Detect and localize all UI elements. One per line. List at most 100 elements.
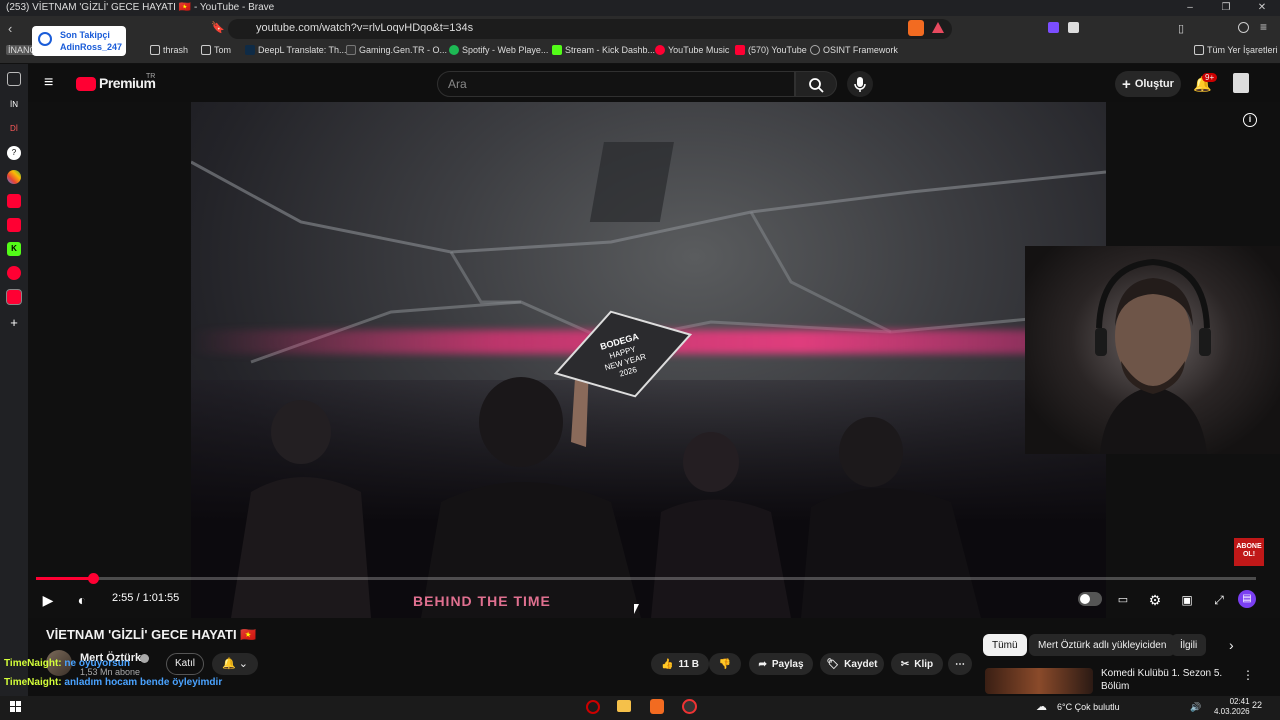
chat-user: TimeNaight:	[4, 677, 62, 688]
like-button[interactable]: 👍 11 B	[651, 653, 709, 675]
chip-uploader[interactable]: Mert Öztürk adlı yükleyiciden	[1029, 634, 1176, 656]
chip-all[interactable]: Tümü	[983, 634, 1027, 656]
chat-text: anladım hocam bende öyleyimdir	[64, 677, 223, 688]
microphone-icon	[854, 77, 866, 92]
spotify-icon	[449, 45, 459, 55]
folder-icon	[1194, 45, 1204, 55]
maximize-button[interactable]: ❐	[1208, 0, 1244, 16]
settings-gear-icon[interactable]: ⚙	[1145, 590, 1165, 610]
thumbs-down-icon: 👎	[718, 658, 732, 670]
opera-icon[interactable]	[586, 700, 600, 714]
fullscreen-icon[interactable]: ⤢	[1209, 590, 1229, 610]
play-button[interactable]: ▶	[38, 590, 58, 610]
obs-icon[interactable]	[682, 699, 697, 714]
brave-icon[interactable]	[650, 699, 664, 714]
create-button[interactable]: + Oluştur	[1115, 71, 1181, 97]
window-title: (253) VİETNAM 'GİZLİ' GECE HAYATI 🇻🇳 - Y…	[6, 2, 275, 13]
join-button[interactable]: Katıl	[166, 653, 204, 675]
hamburger-menu-icon[interactable]: ≡	[44, 74, 53, 92]
autoplay-toggle[interactable]	[1078, 592, 1102, 606]
sidebar-panel-icon[interactable]	[7, 72, 21, 86]
follower-label: Son Takipçi	[60, 30, 110, 40]
related-video-title[interactable]: Komedi Kulübü 1. Sezon 5. Bölüm	[1101, 667, 1231, 693]
youtube-icon[interactable]	[6, 289, 22, 305]
chevron-right-icon[interactable]: ›	[1229, 637, 1234, 653]
info-icon[interactable]: i	[1243, 113, 1257, 127]
chat-extension-icon[interactable]: ▤	[1238, 590, 1256, 608]
webcam-overlay	[1025, 246, 1280, 454]
shirt-text: BEHIND THE TIME	[413, 593, 551, 609]
folder-icon	[150, 45, 160, 55]
youtube-music-icon[interactable]	[7, 266, 21, 280]
bookmark-item[interactable]: (570) YouTube	[735, 45, 807, 55]
bookmark-item[interactable]: Tom	[201, 45, 231, 55]
bookmark-item[interactable]: Gaming.Gen.TR - O...	[346, 45, 447, 55]
menu-icon[interactable]: ≡	[1260, 20, 1267, 34]
kick-icon[interactable]: K	[7, 242, 21, 256]
youtube-music-icon	[655, 45, 665, 55]
more-actions-button[interactable]: ⋯	[948, 653, 972, 675]
theater-mode-icon[interactable]: ▣	[1177, 590, 1197, 610]
voice-search-button[interactable]	[847, 71, 873, 97]
weather-text[interactable]: 6°C Çok bulutlu	[1057, 702, 1120, 712]
vpn-icon[interactable]	[1238, 22, 1249, 33]
clip-button[interactable]: ✂ Klip	[891, 653, 943, 675]
bookmark-item[interactable]: YouTube Music	[655, 45, 729, 55]
windows-start-icon[interactable]	[10, 700, 22, 712]
share-button[interactable]: ➦ Paylaş	[749, 653, 813, 675]
notification-center-icon[interactable]: 22	[1252, 700, 1262, 710]
save-button[interactable]: 🏷 Kaydet	[820, 653, 884, 675]
progress-scrubber[interactable]	[88, 573, 99, 584]
progress-bar[interactable]	[36, 577, 1256, 580]
clock[interactable]: 02:41 4.03.2026	[1214, 697, 1250, 717]
gaming-icon	[346, 45, 356, 55]
subscription-bell-button[interactable]: 🔔 ⌄	[212, 653, 258, 675]
search-input[interactable]: Ara	[437, 71, 795, 97]
volume-tray-icon[interactable]: 🔊	[1190, 702, 1201, 713]
progress-played	[36, 577, 93, 580]
bookmark-item[interactable]: DeepL Translate: Th...	[245, 45, 347, 55]
related-video-thumbnail[interactable]	[985, 668, 1093, 694]
user-icon	[38, 32, 52, 46]
extension-icon[interactable]	[1048, 22, 1059, 33]
youtube-logo-icon[interactable]	[76, 77, 96, 91]
file-explorer-icon[interactable]	[617, 700, 631, 712]
share-icon: ➦	[758, 658, 767, 670]
app-icon[interactable]: ?	[7, 146, 21, 160]
bookmark-item[interactable]: Stream - Kick Dashb...	[552, 45, 655, 55]
sidebar-toggle-icon[interactable]: ▯	[1178, 22, 1184, 35]
photos-icon[interactable]	[7, 170, 21, 184]
volume-icon[interactable]: ◐	[72, 590, 92, 610]
thumbs-up-icon: 👍	[660, 658, 674, 670]
sidebar-item-di[interactable]: Dİ	[7, 122, 21, 136]
youtube-icon[interactable]	[7, 218, 21, 232]
autoplay-knob	[1080, 594, 1090, 604]
minimize-button[interactable]: –	[1172, 0, 1208, 16]
brave-rewards-icon[interactable]	[932, 22, 944, 33]
bookmark-item[interactable]: Tüm Yer İşaretleri	[1194, 45, 1278, 55]
last-follower-widget: Son Takipçi AdinRoss_247	[32, 26, 126, 56]
extension-icon[interactable]	[1068, 22, 1079, 33]
bookmark-item[interactable]: thrash	[150, 45, 188, 55]
dislike-button[interactable]: 👎	[709, 653, 741, 675]
youtube-icon[interactable]	[7, 194, 21, 208]
chip-related[interactable]: İlgili	[1171, 634, 1207, 656]
back-icon[interactable]: ‹	[8, 21, 12, 36]
notification-badge: 9+	[1202, 73, 1218, 82]
search-button[interactable]	[795, 71, 837, 97]
add-panel-icon[interactable]: +	[7, 316, 21, 330]
bookmark-item[interactable]: Spotify - Web Playe...	[449, 45, 548, 55]
sidebar-item-in[interactable]: İN	[7, 98, 21, 112]
verified-icon	[140, 654, 149, 663]
bookmark-icon[interactable]: 🔖	[211, 21, 225, 34]
chevron-down-icon: ⌄	[238, 658, 248, 670]
close-window-button[interactable]: ✕	[1244, 0, 1280, 16]
address-bar[interactable]: youtube.com/watch?v=rlvLoqvHDqo&t=134s	[228, 19, 952, 39]
subtitles-icon[interactable]: ▭	[1113, 590, 1133, 610]
brave-shield-icon[interactable]	[908, 20, 924, 36]
avatar[interactable]	[1233, 73, 1249, 93]
chat-text: ne oyuyorsun	[64, 658, 130, 669]
deepl-icon	[245, 45, 255, 55]
bookmark-item[interactable]: OSINT Framework	[810, 45, 898, 55]
more-vertical-icon[interactable]: ⋮	[1242, 668, 1254, 682]
